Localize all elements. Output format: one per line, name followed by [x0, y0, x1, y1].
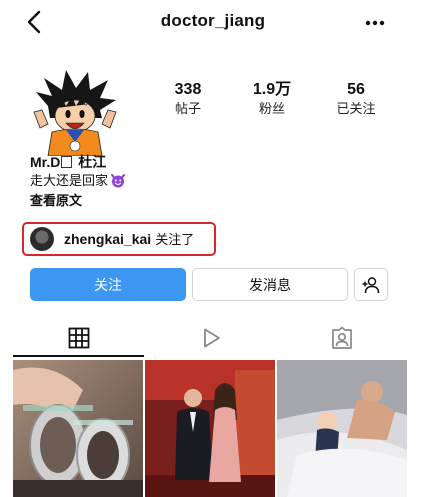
see-more-link[interactable]: 查看原文	[30, 192, 390, 212]
display-name-prefix: Mr.D	[30, 154, 61, 170]
missing-glyph-icon	[61, 156, 73, 168]
stat-posts-label: 帖子	[174, 102, 201, 117]
post-thumbnail-bed[interactable]	[277, 360, 407, 497]
suggest-users-button[interactable]	[354, 268, 388, 301]
posts-grid	[13, 360, 407, 497]
message-button-label: 发消息	[249, 277, 291, 294]
followed-by-suffix: 关注了	[155, 233, 195, 248]
more-horizontal-icon[interactable]	[362, 13, 388, 33]
selected-tab-indicator	[13, 355, 144, 357]
stat-followers[interactable]: 1.9万 粉丝	[232, 80, 312, 119]
tagged-person-icon	[332, 326, 352, 349]
reels-play-icon	[204, 328, 220, 348]
message-button[interactable]: 发消息	[192, 268, 348, 301]
followed-by-highlight[interactable]: zhengkai_kai 关注了	[22, 222, 216, 256]
stat-posts[interactable]: 338 帖子	[148, 80, 228, 119]
person-add-icon	[362, 276, 380, 293]
followed-by-text: zhengkai_kai 关注了	[64, 230, 194, 250]
smiling-devil-icon	[111, 174, 126, 188]
display-name-suffix: 杜江	[78, 154, 107, 170]
profile-bio: Mr.D 杜江 走大还是回家 查看原文	[30, 152, 390, 212]
stat-following[interactable]: 56 已关注	[316, 80, 396, 119]
stat-following-count: 56	[347, 81, 365, 98]
follower-username: zhengkai_kai	[64, 231, 152, 247]
top-bar: doctor_jiang	[0, 0, 426, 46]
stat-following-label: 已关注	[336, 102, 376, 117]
bio-text: 走大还是回家	[30, 174, 109, 189]
profile-tabs	[0, 318, 426, 358]
post-thumbnail-jewelry[interactable]	[13, 360, 143, 497]
follower-avatar	[30, 227, 54, 251]
stat-followers-count: 1.9万	[252, 81, 292, 98]
tab-tagged[interactable]	[276, 318, 408, 358]
follow-button-label: 关注	[94, 277, 122, 294]
tab-reels[interactable]	[145, 318, 277, 358]
profile-avatar[interactable]	[30, 66, 120, 156]
bio-text-line: 走大还是回家	[30, 172, 390, 192]
stat-followers-label: 粉丝	[258, 102, 285, 117]
post-thumbnail-couple[interactable]	[145, 360, 275, 497]
stat-posts-count: 338	[174, 81, 202, 98]
profile-display-name: Mr.D 杜江	[30, 152, 390, 172]
follow-button[interactable]: 关注	[30, 268, 186, 301]
grid-icon	[68, 327, 90, 349]
tab-posts-grid[interactable]	[13, 318, 145, 358]
